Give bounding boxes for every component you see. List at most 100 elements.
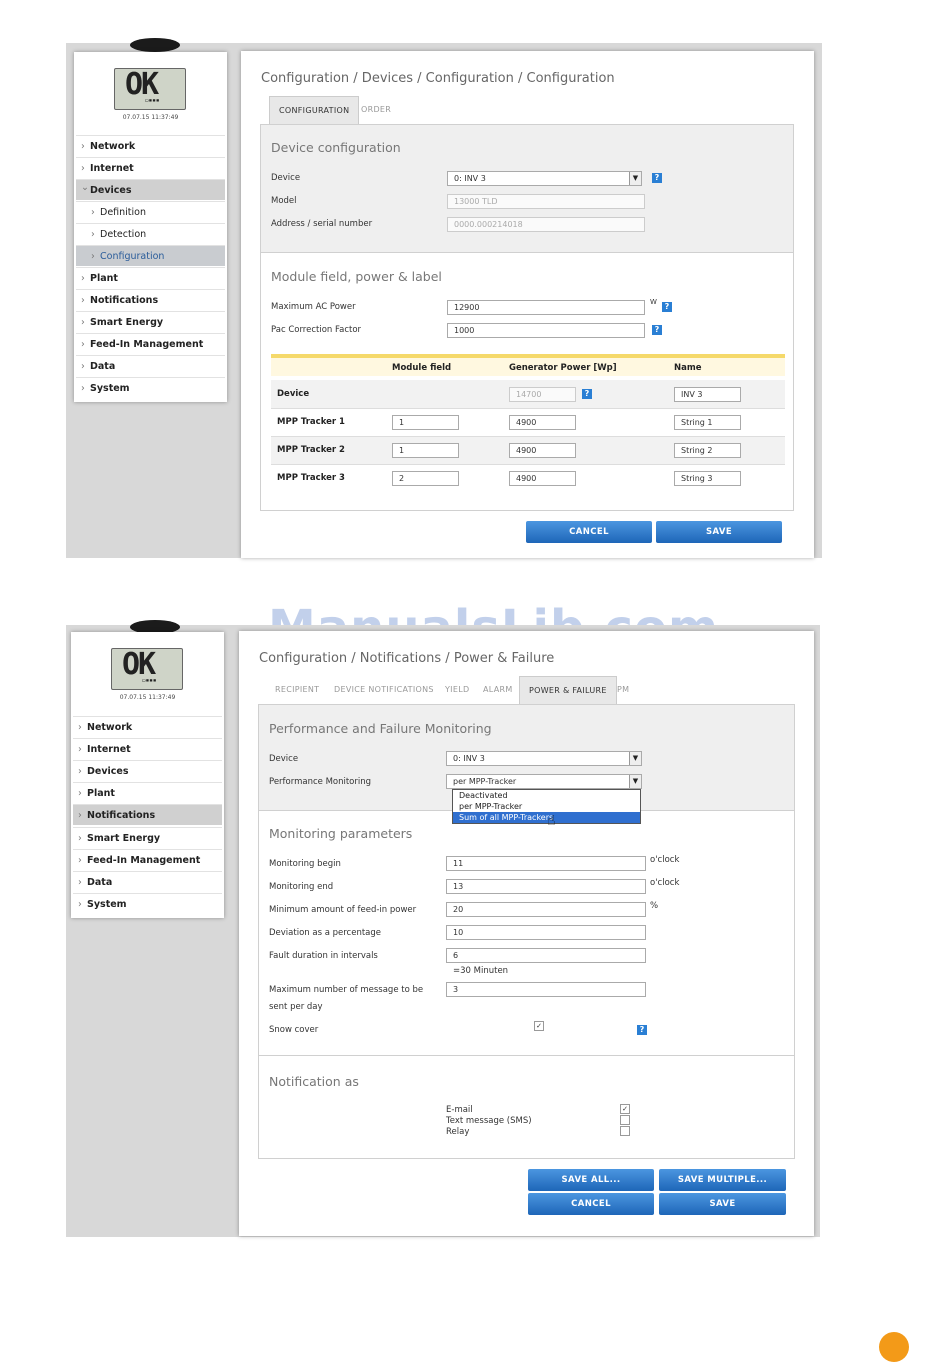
deviation-label: Deviation as a percentage [269,928,381,938]
sidebar-item-definition[interactable]: Definition [76,201,225,223]
mpp2-power-input[interactable]: 4900 [509,443,576,458]
max-ac-power-label: Maximum AC Power [271,302,356,312]
tab-alarm[interactable]: ALARM [483,676,513,704]
mpp1-module-input[interactable]: 1 [392,415,459,430]
help-icon[interactable]: ? [582,389,592,399]
sidebar-item-notifications[interactable]: Notifications [76,289,225,311]
monitoring-end-label: Monitoring end [269,882,334,892]
performance-monitoring-value: per MPP-Tracker [453,777,517,786]
chevron-down-icon: ▼ [629,752,641,765]
device-power-field: 14700 [509,387,576,402]
dropdown-option-per-mpp-tracker[interactable]: per MPP-Tracker [453,801,640,812]
sidebar-item-data[interactable]: Data [76,355,225,377]
sidebar-item-plant[interactable]: Plant [76,267,225,289]
help-icon[interactable]: ? [652,325,662,335]
sidebar-item-detection[interactable]: Detection [76,223,225,245]
decor-arc [130,38,180,52]
cancel-button[interactable]: CANCEL [528,1193,654,1215]
sidebar-item-data[interactable]: Data [73,871,222,893]
mpp3-module-input[interactable]: 2 [392,471,459,486]
mpp2-module-input[interactable]: 1 [392,443,459,458]
model-field: 13000 TLD [447,194,645,209]
help-icon[interactable]: ? [652,173,662,183]
tab-yield[interactable]: YIELD [445,676,469,704]
sidebar-item-smart-energy[interactable]: Smart Energy [73,827,222,849]
dropdown-option-deactivated[interactable]: Deactivated [453,790,640,801]
save-button[interactable]: SAVE [659,1193,786,1215]
section-title-notification-as: Notification as [269,1074,359,1089]
min-feed-in-input[interactable]: 20 [446,902,646,917]
cancel-button[interactable]: CANCEL [526,521,652,543]
sidebar-item-devices[interactable]: Devices [76,177,225,200]
device-select[interactable]: 0: INV 3 ▼ [446,751,642,766]
monitoring-box: Performance and Failure Monitoring Devic… [258,704,795,1159]
max-messages-input[interactable]: 3 [446,982,646,997]
sidebar-item-system[interactable]: System [76,377,225,399]
breadcrumb: Configuration / Devices / Configuration … [261,71,615,86]
sidebar-item-plant[interactable]: Plant [73,782,222,804]
save-button[interactable]: SAVE [656,521,782,543]
tab-recipient[interactable]: RECIPIENT [275,676,319,704]
snow-cover-label: Snow cover [269,1025,319,1035]
notify-relay-checkbox[interactable] [620,1126,630,1136]
sidebar-panel: OK ▭▪▪▪ 07.07.15 11:37:49 Network Intern… [71,632,224,918]
fault-duration-note: =30 Minuten [453,966,509,976]
deviation-input[interactable]: 10 [446,925,646,940]
mpp1-power-input[interactable]: 4900 [509,415,576,430]
section-title-device-configuration: Device configuration [271,140,401,155]
sidebar-item-smart-energy[interactable]: Smart Energy [76,311,225,333]
battery-icon: ▭▪▪▪ [142,677,157,684]
pac-correction-input[interactable]: 1000 [447,323,645,338]
device-select-value: 0: INV 3 [454,174,486,183]
column-header-generator-power: Generator Power [Wp] [509,363,617,373]
sidebar-item-feed-in-management[interactable]: Feed-In Management [73,849,222,871]
mpp2-name-input[interactable]: String 2 [674,443,741,458]
tab-pm[interactable]: PM [617,676,629,704]
sidebar-item-system[interactable]: System [73,893,222,915]
device-select[interactable]: 0: INV 3 ▼ [447,171,642,186]
config-box: Device configuration Device 0: INV 3 ▼ ?… [260,124,794,511]
max-messages-label-line1: Maximum number of message to be [269,985,424,995]
monitoring-end-input[interactable]: 13 [446,879,646,894]
tab-device-notifications[interactable]: DEVICE NOTIFICATIONS [334,676,434,704]
save-all-button[interactable]: SAVE ALL... [528,1169,654,1191]
min-feed-in-label: Minimum amount of feed-in power [269,905,417,915]
sidebar-item-internet[interactable]: Internet [73,738,222,760]
notify-email-checkbox[interactable]: ✓ [620,1104,630,1114]
sidebar-item-notifications[interactable]: Notifications [73,804,222,826]
battery-icon: ▭▪▪▪ [145,97,160,104]
tab-configuration[interactable]: CONFIGURATION [269,96,360,124]
status-display: OK ▭▪▪▪ [111,647,183,690]
notify-sms-checkbox[interactable] [620,1115,630,1125]
sidebar-item-internet[interactable]: Internet [76,157,225,179]
max-ac-power-unit: W [650,298,657,306]
status-datetime: 07.07.15 11:37:49 [122,114,179,121]
mpp3-name-input[interactable]: String 3 [674,471,741,486]
performance-monitoring-select[interactable]: per MPP-Tracker ▼ [446,774,642,789]
max-ac-power-input[interactable]: 12900 [447,300,645,315]
sidebar-item-configuration[interactable]: Configuration [76,245,225,267]
mpp1-name-input[interactable]: String 1 [674,415,741,430]
snow-cover-checkbox[interactable]: ✓ [534,1021,544,1031]
status-datetime: 07.07.15 11:37:49 [119,694,176,701]
help-icon[interactable]: ? [662,302,672,312]
notify-relay-label: Relay [446,1127,470,1137]
tab-power-failure[interactable]: POWER & FAILURE [519,676,617,704]
tab-order[interactable]: ORDER [361,96,391,124]
sidebar-item-feed-in-management[interactable]: Feed-In Management [76,333,225,355]
row-divider [271,464,785,465]
sidebar-item-devices[interactable]: Devices [73,760,222,782]
sidebar-item-network[interactable]: Network [73,716,222,738]
monitoring-begin-input[interactable]: 11 [446,856,646,871]
device-name-input[interactable]: INV 3 [674,387,741,402]
chevron-down-icon: ▼ [629,172,641,185]
sidebar-item-network[interactable]: Network [76,135,225,157]
fault-duration-label: Fault duration in intervals [269,951,378,961]
fault-duration-input[interactable]: 6 [446,948,646,963]
page-marker-dot [879,1332,909,1362]
breadcrumb: Configuration / Notifications / Power & … [259,651,555,666]
save-multiple-button[interactable]: SAVE MULTIPLE... [659,1169,786,1191]
row-divider [271,408,785,409]
mpp3-power-input[interactable]: 4900 [509,471,576,486]
help-icon[interactable]: ? [637,1025,647,1035]
